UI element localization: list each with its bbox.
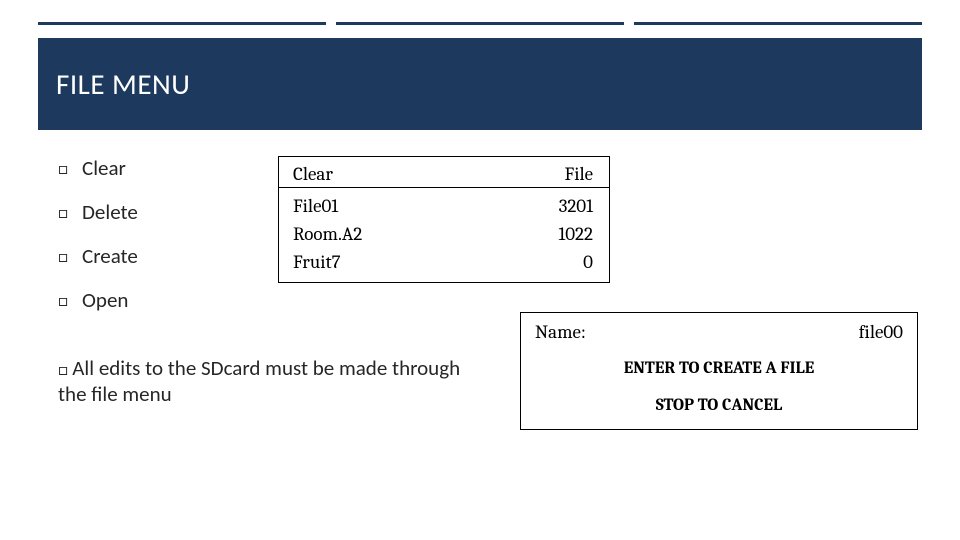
instruction-stop: STOP TO CANCEL	[535, 396, 903, 415]
bullet-box-icon: □	[58, 359, 68, 380]
table-row: Fruit7 0	[279, 248, 609, 276]
list-item: □ Open	[58, 287, 922, 313]
file-name: Room.A2	[293, 223, 362, 245]
title-band: FILE MENU	[38, 38, 922, 130]
list-item-label: Create	[82, 243, 138, 269]
footnote: □All edits to the SDcard must be made th…	[58, 355, 488, 408]
list-item-label: Open	[82, 287, 128, 313]
bullet-box-icon: □	[58, 290, 76, 311]
page-title: FILE MENU	[56, 66, 190, 102]
file-name: Fruit7	[293, 251, 341, 273]
bullet-box-icon: □	[58, 202, 76, 223]
file-name: File01	[293, 195, 338, 217]
file-value: 1022	[558, 223, 593, 245]
table-row: File01 3201	[279, 192, 609, 220]
name-label: Name:	[535, 321, 586, 343]
bullet-box-icon: □	[58, 246, 76, 267]
column-header-file: File	[565, 163, 593, 185]
file-value: 3201	[559, 195, 593, 217]
instruction-enter: ENTER TO CREATE A FILE	[535, 359, 903, 378]
file-list-panel: Clear File File01 3201 Room.A2 1022 Frui…	[278, 156, 610, 283]
list-item-label: Clear	[82, 155, 126, 181]
create-file-panel: Name: file00 ENTER TO CREATE A FILE STOP…	[520, 312, 918, 430]
footnote-text: All edits to the SDcard must be made thr…	[58, 355, 460, 407]
list-item-label: Delete	[82, 199, 138, 225]
table-row: Room.A2 1022	[279, 220, 609, 248]
column-header-action: Clear	[293, 163, 333, 185]
bullet-box-icon: □	[58, 158, 76, 179]
name-value: file00	[859, 321, 903, 343]
file-value: 0	[583, 251, 593, 273]
accent-rule	[38, 22, 922, 33]
